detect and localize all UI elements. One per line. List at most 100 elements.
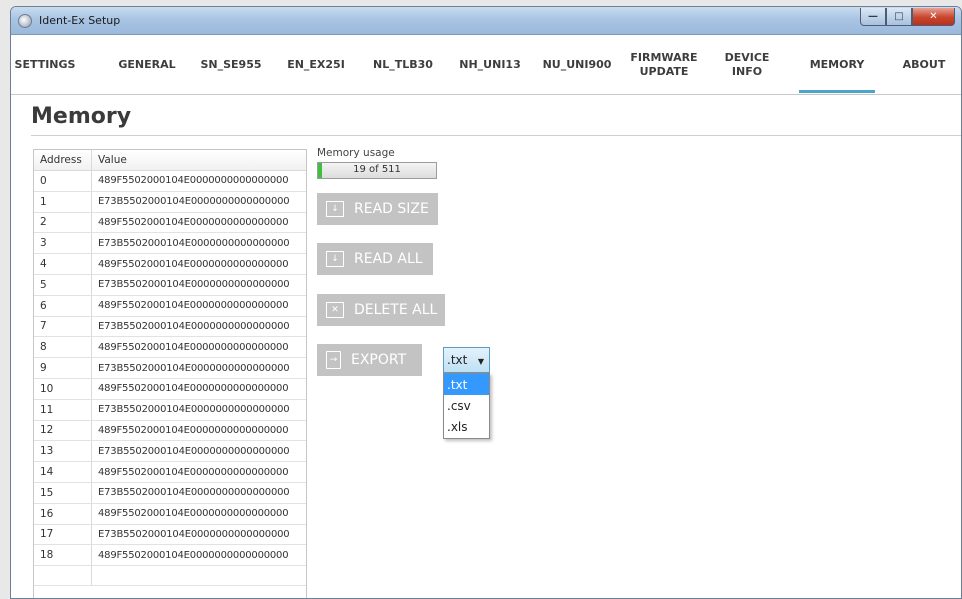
table-cell-value: E73B5502000104E0000000000000000 <box>98 528 290 540</box>
title-bar[interactable]: Ident-Ex Setup — □ ✕ <box>11 7 961 35</box>
chevron-down-icon: ▼ <box>477 357 484 366</box>
table-cell-value: E73B5502000104E0000000000000000 <box>98 279 290 291</box>
table-row[interactable]: 16 489F5502000104E0000000000000000 <box>34 503 306 525</box>
table-row[interactable]: 3 E73B5502000104E0000000000000000 <box>34 233 306 255</box>
table-header: Address Value <box>34 150 306 171</box>
table-row[interactable]: 4 489F5502000104E0000000000000000 <box>34 254 306 275</box>
table-row[interactable]: 12 489F5502000104E0000000000000000 <box>34 420 306 442</box>
table-row[interactable]: 5 E73B5502000104E0000000000000000 <box>34 274 306 296</box>
table-cell-value: E73B5502000104E0000000000000000 <box>98 445 290 457</box>
window-title: Ident-Ex Setup <box>39 14 121 27</box>
tab-bar: SETTINGS GENERAL SN_SE955 EN_EX25I NL_TL… <box>11 35 961 95</box>
memory-usage-progress-bar: 19 of 511 <box>317 162 437 179</box>
export-label: EXPORT <box>351 352 407 368</box>
table-row[interactable]: 2 489F5502000104E0000000000000000 <box>34 212 306 234</box>
table-row[interactable]: 0 489F5502000104E0000000000000000 <box>34 171 306 192</box>
delete-icon: ✕ <box>326 302 344 318</box>
table-cell-value <box>92 566 306 585</box>
close-button[interactable]: ✕ <box>912 8 955 26</box>
table-cell-value: 489F5502000104E0000000000000000 <box>98 424 289 436</box>
maximize-icon: □ <box>894 11 904 22</box>
tab-memory[interactable]: MEMORY <box>793 35 881 95</box>
download-icon: ↓ <box>326 251 344 267</box>
table-cell-address: 11 <box>34 399 92 420</box>
tab-nl-tlb30[interactable]: NL_TLB30 <box>363 35 443 95</box>
memory-usage-label: Memory usage <box>317 147 395 159</box>
read-size-button[interactable]: ↓ READ SIZE <box>317 193 438 225</box>
maximize-button[interactable]: □ <box>886 8 912 26</box>
export-format-select[interactable]: .txt ▼ <box>443 347 490 373</box>
table-cell-address: 1 <box>34 191 92 212</box>
export-button[interactable]: → EXPORT <box>317 344 422 376</box>
close-icon: ✕ <box>929 11 938 22</box>
table-cell-value: E73B5502000104E0000000000000000 <box>98 320 290 332</box>
table-row[interactable]: 15 E73B5502000104E0000000000000000 <box>34 482 306 504</box>
table-cell-value: 489F5502000104E0000000000000000 <box>98 466 289 478</box>
tab-label: DEVICE INFO <box>724 51 770 78</box>
tab-sn-se955[interactable]: SN_SE955 <box>191 35 271 95</box>
read-size-label: READ SIZE <box>354 201 429 217</box>
minimize-button[interactable]: — <box>860 8 886 26</box>
tab-firmware-update[interactable]: FIRMWARE UPDATE <box>623 35 705 95</box>
table-cell-address: 14 <box>34 462 92 482</box>
tab-en-ex25i[interactable]: EN_EX25I <box>275 35 357 95</box>
app-icon <box>18 14 32 28</box>
memory-table[interactable]: Address Value 0 489F5502000104E0000000000… <box>33 149 307 598</box>
table-row[interactable]: 10 489F5502000104E0000000000000000 <box>34 378 306 400</box>
table-cell-address: 9 <box>34 358 92 378</box>
tab-label: NL_TLB30 <box>373 58 433 71</box>
table-row[interactable]: 6 489F5502000104E0000000000000000 <box>34 295 306 317</box>
table-body: 0 489F5502000104E0000000000000000 1 E73B550… <box>34 171 306 567</box>
table-cell-value: 489F5502000104E0000000000000000 <box>98 341 289 353</box>
table-row-empty[interactable] <box>34 566 306 587</box>
table-row[interactable]: 13 E73B5502000104E0000000000000000 <box>34 441 306 463</box>
table-cell-value: 489F5502000104E0000000000000000 <box>98 300 289 312</box>
export-file-icon: → <box>326 351 341 369</box>
minimize-icon: — <box>868 11 878 22</box>
tab-device-info[interactable]: DEVICE INFO <box>707 35 787 95</box>
delete-all-button[interactable]: ✕ DELETE ALL <box>317 294 445 326</box>
tab-general[interactable]: GENERAL <box>109 35 185 95</box>
tab-label: GENERAL <box>118 58 176 71</box>
table-cell-address: 3 <box>34 233 92 254</box>
export-format-option-xls[interactable]: .xls <box>444 416 489 437</box>
active-tab-indicator <box>799 90 875 93</box>
title-divider <box>31 135 961 136</box>
table-cell-address: 6 <box>34 295 92 316</box>
table-row[interactable]: 14 489F5502000104E0000000000000000 <box>34 462 306 483</box>
table-cell-address: 7 <box>34 316 92 337</box>
read-all-label: READ ALL <box>354 251 423 267</box>
table-cell-address: 10 <box>34 378 92 399</box>
table-row[interactable]: 9 E73B5502000104E0000000000000000 <box>34 358 306 379</box>
tab-label: MEMORY <box>809 58 865 71</box>
table-row[interactable]: 8 489F5502000104E0000000000000000 <box>34 337 306 359</box>
table-cell-value: E73B5502000104E0000000000000000 <box>98 237 290 249</box>
tab-label: NU_UNI900 <box>542 58 612 71</box>
table-row[interactable]: 1 E73B5502000104E0000000000000000 <box>34 191 306 213</box>
memory-usage-text: 19 of 511 <box>353 164 401 175</box>
tab-nu-uni900[interactable]: NU_UNI900 <box>534 35 620 95</box>
table-cell-address: 8 <box>34 337 92 358</box>
tab-about[interactable]: ABOUT <box>889 35 959 95</box>
table-row[interactable]: 17 E73B5502000104E0000000000000000 <box>34 524 306 546</box>
download-icon: ↓ <box>326 201 344 217</box>
column-header-value[interactable]: Value <box>92 150 306 170</box>
table-cell-value: 489F5502000104E0000000000000000 <box>98 258 289 270</box>
export-format-option-txt[interactable]: .txt <box>444 374 489 395</box>
table-cell-address: 15 <box>34 482 92 503</box>
table-row[interactable]: 11 E73B5502000104E0000000000000000 <box>34 399 306 421</box>
tab-label: EN_EX25I <box>287 58 345 71</box>
column-header-address[interactable]: Address <box>34 150 92 170</box>
table-cell-value: 489F5502000104E0000000000000000 <box>98 508 289 520</box>
table-cell-address: 5 <box>34 274 92 295</box>
read-all-button[interactable]: ↓ READ ALL <box>317 243 433 275</box>
export-format-option-csv[interactable]: .csv <box>444 395 489 416</box>
export-format-selected: .txt <box>447 353 468 367</box>
table-cell-address: 16 <box>34 503 92 524</box>
table-cell-value: E73B5502000104E0000000000000000 <box>98 404 290 416</box>
table-row[interactable]: 18 489F5502000104E0000000000000000 <box>34 545 306 567</box>
table-row[interactable]: 7 E73B5502000104E0000000000000000 <box>34 316 306 338</box>
tab-label: FIRMWARE UPDATE <box>630 51 698 78</box>
tab-settings[interactable]: SETTINGS <box>11 35 79 95</box>
tab-nh-uni13[interactable]: NH_UNI13 <box>448 35 532 95</box>
